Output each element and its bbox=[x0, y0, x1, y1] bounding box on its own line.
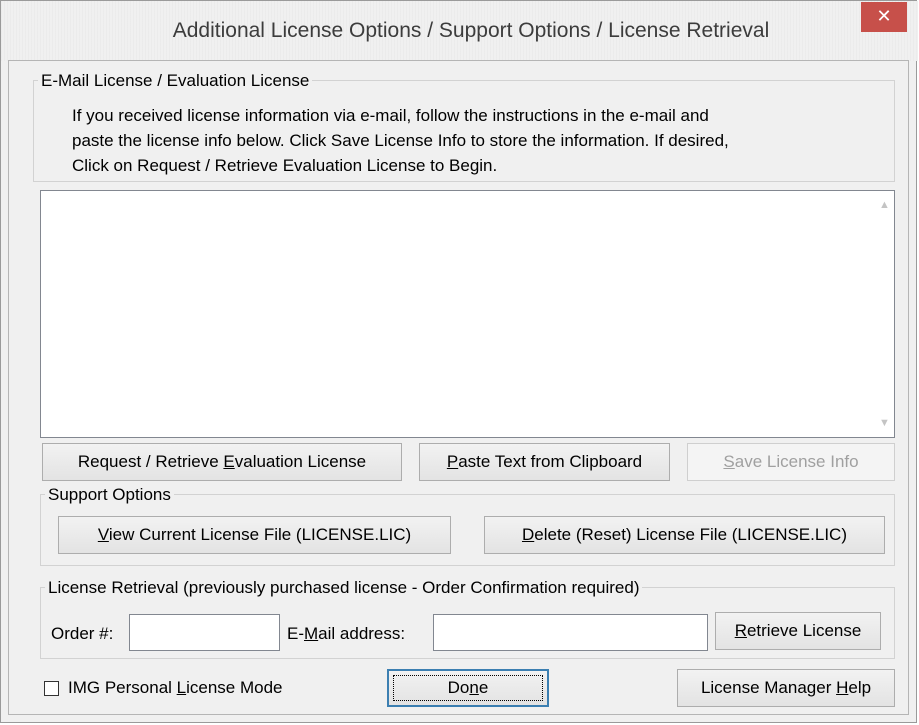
order-number-label: Order #: bbox=[51, 624, 114, 643]
delete-label-post: elete (Reset) License File (LICENSE.LIC) bbox=[534, 525, 847, 544]
personal-mode-label-post: icense Mode bbox=[186, 678, 283, 697]
view-license-file-button[interactable]: View Current License File (LICENSE.LIC) bbox=[58, 516, 451, 554]
request-eval-label-post: valuation License bbox=[234, 452, 367, 471]
close-icon: ✕ bbox=[876, 6, 892, 26]
view-label-mnemonic: V bbox=[97, 525, 109, 544]
save-license-info-button[interactable]: Save License Info bbox=[687, 443, 895, 481]
email-label-pre: E- bbox=[287, 624, 304, 643]
done-button[interactable]: Done bbox=[387, 669, 549, 707]
license-text-area[interactable]: ▲ ▼ bbox=[40, 190, 895, 438]
license-text-scrollbar[interactable]: ▲ ▼ bbox=[875, 193, 892, 435]
retrieve-label-mnemonic: R bbox=[734, 621, 747, 640]
support-options-legend: Support Options bbox=[48, 485, 171, 504]
help-label-mnemonic: H bbox=[836, 678, 849, 697]
help-label-pre: License Manager bbox=[700, 678, 837, 697]
instruction-line-2: paste the license info below. Click Save… bbox=[72, 131, 729, 150]
order-number-input[interactable] bbox=[129, 614, 280, 651]
help-label-post: elp bbox=[848, 678, 872, 697]
scroll-up-icon[interactable]: ▲ bbox=[879, 199, 890, 211]
delete-license-file-button[interactable]: Delete (Reset) License File (LICENSE.LIC… bbox=[484, 516, 885, 554]
done-focus-rectangle bbox=[393, 675, 543, 701]
window-title: Additional License Options / Support Opt… bbox=[172, 19, 770, 42]
license-retrieval-legend: License Retrieval (previously purchased … bbox=[48, 578, 640, 597]
retrieve-license-button[interactable]: Retrieve License bbox=[715, 612, 881, 650]
request-evaluation-license-button[interactable]: Request / Retrieve Evaluation License bbox=[42, 443, 402, 481]
paste-text-button[interactable]: Paste Text from Clipboard bbox=[419, 443, 670, 481]
email-license-legend: E-Mail License / Evaluation License bbox=[41, 71, 310, 90]
personal-license-mode-label[interactable]: IMG Personal License Mode bbox=[68, 678, 283, 698]
personal-mode-label-mnemonic: L bbox=[176, 678, 187, 697]
paste-label-post: aste Text from Clipboard bbox=[458, 452, 643, 471]
paste-label-mnemonic: P bbox=[446, 452, 459, 471]
personal-mode-label-pre: IMG Personal bbox=[68, 678, 177, 697]
instruction-line-1: If you received license information via … bbox=[72, 106, 709, 125]
scroll-down-icon[interactable]: ▼ bbox=[879, 417, 890, 429]
email-address-input[interactable] bbox=[433, 614, 708, 651]
email-address-label: E-Mail address: bbox=[287, 624, 405, 644]
personal-license-mode-checkbox[interactable] bbox=[44, 681, 59, 696]
email-label-post: ail address: bbox=[318, 624, 406, 643]
request-eval-label-mnemonic: E bbox=[223, 452, 235, 471]
request-eval-label-pre: Request / Retrieve bbox=[77, 452, 224, 471]
delete-label-mnemonic: D bbox=[521, 525, 535, 544]
close-button[interactable]: ✕ bbox=[861, 2, 907, 32]
license-manager-help-button[interactable]: License Manager Help bbox=[677, 669, 895, 707]
instruction-line-3: Click on Request / Retrieve Evaluation L… bbox=[72, 156, 498, 175]
save-label-post: ave License Info bbox=[734, 452, 859, 471]
email-label-mnemonic: M bbox=[304, 624, 319, 643]
view-label-post: iew Current License File (LICENSE.LIC) bbox=[108, 525, 412, 544]
title-bar[interactable]: Additional License Options / Support Opt… bbox=[1, 1, 918, 61]
save-label-mnemonic: S bbox=[723, 452, 735, 471]
retrieve-label-post: etrieve License bbox=[746, 621, 862, 640]
